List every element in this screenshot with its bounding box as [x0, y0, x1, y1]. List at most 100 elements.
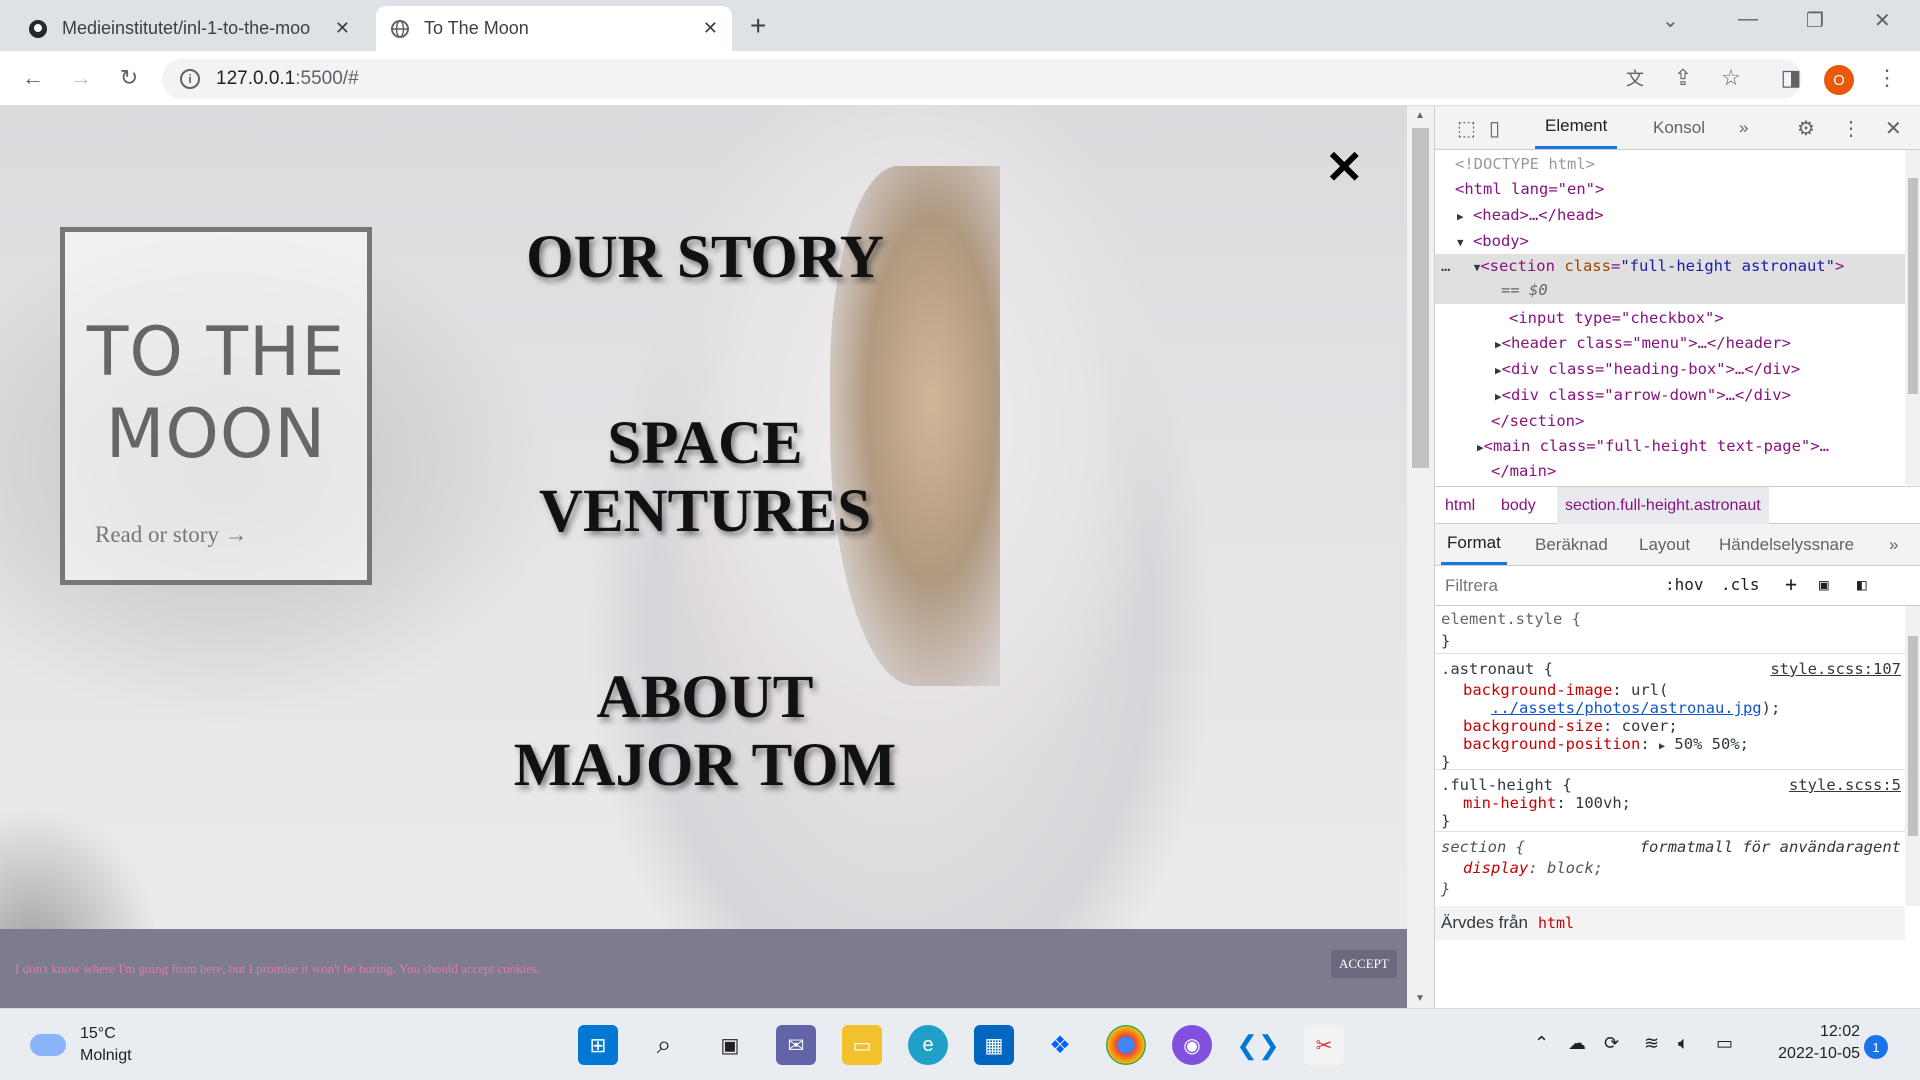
github-desktop-icon[interactable]: ◉ [1172, 1025, 1212, 1065]
dom-node-heading-box[interactable]: ▶<div class="heading-box">…</div> [1435, 357, 1905, 384]
sync-icon[interactable]: ⟳ [1604, 1033, 1619, 1054]
new-tab-button[interactable]: + [750, 10, 766, 42]
dom-node-body[interactable]: ▼ <body> [1435, 229, 1905, 256]
devtools-menu-icon[interactable]: ⋮ [1841, 116, 1861, 141]
more-subtabs-icon[interactable]: » [1889, 524, 1898, 565]
menu-kebab-icon[interactable]: ⋮ [1872, 63, 1902, 93]
scrollbar-thumb[interactable] [1908, 178, 1918, 394]
close-tab-icon[interactable]: ✕ [335, 18, 350, 39]
task-view-icon[interactable]: ▣ [710, 1025, 750, 1065]
add-rule-button[interactable]: + [1785, 572, 1797, 596]
tab-event-listeners[interactable]: Händelselyssnare [1719, 524, 1854, 565]
tab-github[interactable]: Medieinstitutet/inl-1-to-the-moo ✕ [14, 6, 364, 51]
page-scrollbar[interactable]: ▲ ▼ [1407, 106, 1434, 1008]
rule-astronaut[interactable]: .astronaut { style.scss:107 background-i… [1435, 654, 1905, 771]
rule-element-style[interactable]: element.style { } [1435, 606, 1905, 654]
search-icon[interactable]: ⌕ [644, 1025, 684, 1065]
dom-scrollbar[interactable] [1905, 150, 1920, 485]
edge-icon[interactable]: e [908, 1025, 948, 1065]
read-story-link[interactable]: Read or story → [95, 522, 248, 548]
wifi-icon[interactable]: ≋ [1644, 1033, 1659, 1054]
menu-item-our-story[interactable]: OUR STORY [470, 224, 940, 292]
profile-avatar[interactable]: O [1824, 65, 1854, 95]
scroll-up-icon[interactable]: ▲ [1415, 110, 1425, 121]
share-icon[interactable]: ⇪ [1668, 63, 1698, 93]
translate-icon[interactable]: 文 [1620, 63, 1650, 93]
dom-node-head[interactable]: ▶ <head>…</head> [1435, 203, 1905, 230]
dom-node-section-close[interactable]: </section> [1435, 409, 1905, 435]
dom-node-html[interactable]: <html lang="en"> [1435, 177, 1905, 203]
tab-console[interactable]: Konsol [1653, 106, 1705, 149]
address-bar[interactable]: i 127.0.0.1:5500/# [162, 59, 1802, 99]
close-devtools-icon[interactable]: ✕ [1885, 116, 1902, 141]
accept-cookies-button[interactable]: ACCEPT [1331, 950, 1397, 978]
microsoft-store-icon[interactable]: ▦ [974, 1025, 1014, 1065]
battery-icon[interactable]: ▭ [1716, 1033, 1733, 1054]
settings-gear-icon[interactable]: ⚙ [1797, 116, 1815, 141]
rule-full-height[interactable]: .full-height { style.scss:5 min-height: … [1435, 770, 1905, 832]
minimize-icon[interactable]: — [1738, 8, 1758, 31]
tab-styles[interactable]: Format [1441, 524, 1507, 565]
css-property[interactable]: min-height [1463, 794, 1556, 812]
close-window-icon[interactable]: ✕ [1874, 8, 1891, 33]
weather-widget[interactable]: 15°C Molnigt [30, 1023, 132, 1067]
close-tab-icon[interactable]: ✕ [703, 18, 718, 39]
tab-search-icon[interactable]: ⌄ [1662, 8, 1679, 33]
forward-icon[interactable]: → [66, 63, 96, 93]
dom-node-section-selected[interactable]: … ▼<section class="full-height astronaut… [1435, 254, 1905, 304]
system-clock[interactable]: 12:02 2022-10-05 [1760, 1021, 1860, 1065]
css-property[interactable]: background-position [1463, 735, 1640, 753]
dom-node-main[interactable]: ▶<main class="full-height text-page">… [1435, 434, 1905, 461]
scrollbar-thumb[interactable] [1412, 128, 1429, 468]
node-options-icon[interactable]: … [1441, 257, 1450, 275]
restore-icon[interactable]: ❐ [1806, 8, 1824, 33]
dom-node-doctype[interactable]: <!DOCTYPE html> [1435, 152, 1905, 178]
windows-start-icon[interactable]: ⊞ [578, 1025, 618, 1065]
device-toolbar-icon[interactable]: ▯ [1489, 116, 1500, 141]
inherited-tag-link[interactable]: html [1538, 914, 1574, 932]
styles-scrollbar[interactable] [1905, 606, 1920, 906]
scroll-down-icon[interactable]: ▼ [1415, 993, 1425, 1004]
tab-elements[interactable]: Element [1535, 106, 1618, 149]
close-menu-icon[interactable]: ✕ [1325, 144, 1364, 190]
side-panel-icon[interactable]: ◨ [1776, 63, 1806, 93]
expand-arrow-icon[interactable]: ▶ [1457, 210, 1464, 223]
dropbox-icon[interactable]: ❖ [1040, 1025, 1080, 1065]
onedrive-cloud-icon[interactable]: ☁ [1568, 1033, 1586, 1054]
menu-item-about-major-tom[interactable]: ABOUT MAJOR TOM [470, 664, 940, 800]
tab-layout[interactable]: Layout [1639, 524, 1690, 565]
expand-arrow-icon[interactable]: ▶ [1495, 364, 1502, 377]
snipping-tool-icon[interactable]: ✂ [1304, 1025, 1344, 1065]
show-hidden-icons-icon[interactable]: ⌃ [1534, 1033, 1549, 1054]
dom-node-header[interactable]: ▶<header class="menu">…</header> [1435, 331, 1905, 358]
expand-arrow-icon[interactable]: ▶ [1495, 338, 1502, 351]
rule-source-link[interactable]: style.scss:107 [1770, 658, 1901, 681]
menu-item-space-ventures[interactable]: SPACE VENTURES [470, 410, 940, 546]
breadcrumb-section[interactable]: section.full-height.astronaut [1557, 487, 1769, 524]
toggle-sidebar-icon[interactable]: ◧ [1857, 575, 1867, 594]
hov-toggle[interactable]: :hov [1665, 575, 1704, 594]
dom-node-arrow-down[interactable]: ▶<div class="arrow-down">…</div> [1435, 383, 1905, 410]
expand-arrow-icon[interactable]: ▶ [1495, 390, 1502, 403]
teams-chat-icon[interactable]: ✉ [776, 1025, 816, 1065]
collapse-arrow-icon[interactable]: ▼ [1457, 236, 1464, 249]
breadcrumb-html[interactable]: html [1437, 487, 1483, 524]
inspect-element-icon[interactable]: ⬚ [1457, 116, 1476, 141]
file-explorer-icon[interactable]: ▭ [842, 1025, 882, 1065]
notification-badge[interactable]: 1 [1864, 1035, 1888, 1059]
more-tabs-icon[interactable]: » [1739, 106, 1748, 149]
dom-node-main-close[interactable]: </main> [1435, 459, 1905, 485]
tab-to-the-moon[interactable]: To The Moon ✕ [376, 6, 732, 51]
css-value[interactable]: 100vh; [1575, 794, 1631, 812]
styles-filter-input[interactable] [1441, 571, 1649, 601]
site-info-icon[interactable]: i [180, 69, 200, 89]
tab-computed[interactable]: Beräknad [1535, 524, 1608, 565]
vscode-icon[interactable]: ❮❯ [1236, 1025, 1280, 1065]
chrome-icon[interactable] [1106, 1025, 1146, 1065]
css-value[interactable]: 50% 50%; [1674, 735, 1749, 753]
back-icon[interactable]: ← [18, 63, 48, 93]
dom-node-input[interactable]: <input type="checkbox"> [1435, 306, 1905, 332]
cls-toggle[interactable]: .cls [1721, 575, 1760, 594]
paint-icon[interactable]: ▣ [1819, 575, 1829, 594]
volume-icon[interactable]: 🔈︎ [1678, 1033, 1689, 1054]
